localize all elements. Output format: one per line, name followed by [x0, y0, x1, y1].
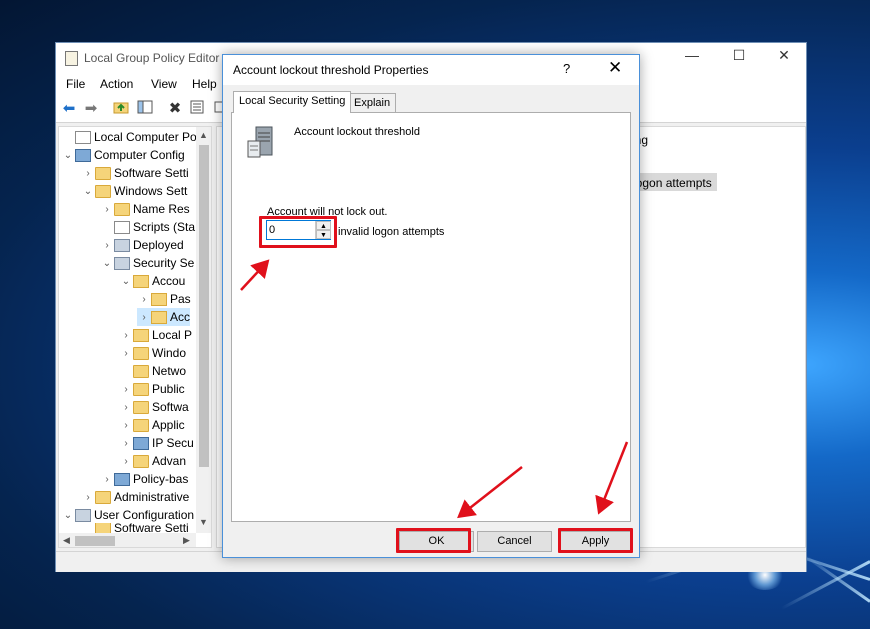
annotation-arrows	[240, 259, 629, 519]
tab-local-security-setting[interactable]: Local Security Setting	[233, 91, 352, 113]
arrow-to-threshold	[240, 259, 270, 291]
arrow-to-ok	[457, 466, 523, 519]
arrow-to-apply	[595, 441, 629, 515]
